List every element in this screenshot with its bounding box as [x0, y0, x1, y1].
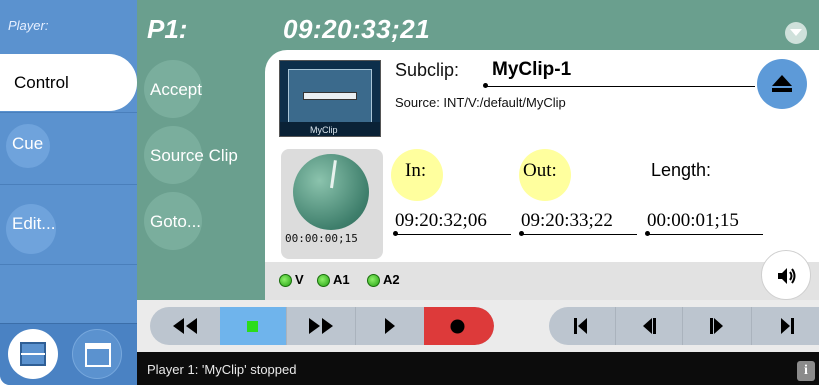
video-led-icon [279, 274, 292, 287]
eject-icon [772, 75, 792, 92]
play-button[interactable] [356, 307, 424, 345]
record-icon [450, 319, 465, 334]
sidebar-item-edit[interactable]: Edit... [0, 196, 137, 254]
info-button[interactable]: i [797, 361, 815, 381]
split-view-icon [20, 342, 46, 366]
source-clip-label: Source Clip [150, 146, 238, 165]
speaker-icon [778, 268, 796, 284]
dial-indicator [330, 160, 337, 189]
go-to-start-button[interactable] [549, 307, 615, 345]
out-timecode-field[interactable]: 09:20:33;22 [521, 210, 613, 232]
audio2-led-icon [367, 274, 380, 287]
transport-bar [137, 300, 819, 352]
step-forward-icon [710, 318, 723, 334]
transport-group-main [150, 307, 494, 345]
status-bar: Player 1: 'MyClip' stopped i [137, 352, 819, 385]
accept-label: Accept [150, 80, 202, 99]
sidebar-title: Player: [8, 18, 49, 33]
sidebar-divider [0, 264, 137, 265]
status-message: Player 1: 'MyClip' stopped [147, 362, 297, 377]
goto-label: Goto... [150, 212, 202, 231]
single-view-button[interactable] [72, 329, 122, 379]
track-label-a1: A1 [333, 272, 350, 287]
skip-start-icon [574, 318, 587, 334]
sidebar-item-label: Edit... [12, 214, 56, 233]
chevron-down-icon [790, 29, 802, 36]
stop-icon [247, 321, 258, 332]
length-underline [645, 231, 763, 236]
view-toggle-bar [0, 323, 137, 385]
audio1-led-icon [317, 274, 330, 287]
clip-thumbnail[interactable]: MyClip [279, 60, 381, 137]
step-forward-button[interactable] [683, 307, 751, 345]
sidebar: Player: Control Cue Edit... [0, 0, 137, 385]
track-label-a2: A2 [383, 272, 400, 287]
step-back-icon [643, 318, 656, 334]
source-clip-button[interactable]: Source Clip [144, 126, 269, 188]
eject-button[interactable] [757, 59, 807, 109]
track-label-v: V [295, 272, 304, 287]
dial-timecode: 00:00:00;15 [285, 232, 358, 245]
in-underline [393, 231, 511, 236]
accept-button[interactable]: Accept [144, 60, 269, 122]
play-icon [385, 318, 395, 334]
fast-forward-icon [309, 318, 333, 334]
sidebar-item-label: Control [14, 73, 69, 92]
sidebar-divider [0, 112, 137, 113]
rewind-button[interactable] [150, 307, 220, 345]
length-label: Length: [651, 160, 712, 180]
out-underline [519, 231, 637, 236]
go-to-end-button[interactable] [752, 307, 819, 345]
sidebar-divider [0, 184, 137, 185]
source-path: Source: INT/V:/default/MyClip [395, 95, 566, 110]
length-timecode-field[interactable]: 00:00:01;15 [647, 210, 739, 232]
sidebar-item-cue[interactable]: Cue [0, 116, 137, 174]
goto-button[interactable]: Goto... [144, 192, 269, 254]
record-button[interactable] [424, 307, 494, 345]
split-view-button[interactable] [8, 329, 58, 379]
panel-menu-button[interactable] [785, 22, 807, 44]
in-timecode-field[interactable]: 09:20:32;06 [395, 210, 487, 232]
in-label: In: [405, 160, 427, 181]
player-id: P1: [147, 14, 188, 44]
out-label: Out: [523, 160, 557, 181]
fast-forward-button[interactable] [287, 307, 355, 345]
skip-end-icon [781, 318, 794, 334]
current-timecode: 09:20:33;21 [283, 14, 431, 44]
subclip-underline [483, 83, 755, 88]
step-back-button[interactable] [616, 307, 682, 345]
sidebar-item-control[interactable]: Control [0, 54, 137, 111]
rewind-icon [173, 318, 197, 334]
single-view-icon [85, 343, 111, 367]
volume-button[interactable] [761, 250, 811, 300]
subclip-label: Subclip: [395, 60, 460, 80]
stop-button[interactable] [220, 307, 286, 345]
jog-dial[interactable] [293, 154, 369, 230]
track-meters: V A1 A2 [265, 262, 819, 300]
sidebar-item-label: Cue [12, 134, 44, 153]
transport-group-navigation [549, 307, 819, 345]
thumbnail-caption: MyClip [310, 125, 338, 135]
subclip-name-field[interactable]: MyClip-1 [492, 59, 571, 81]
